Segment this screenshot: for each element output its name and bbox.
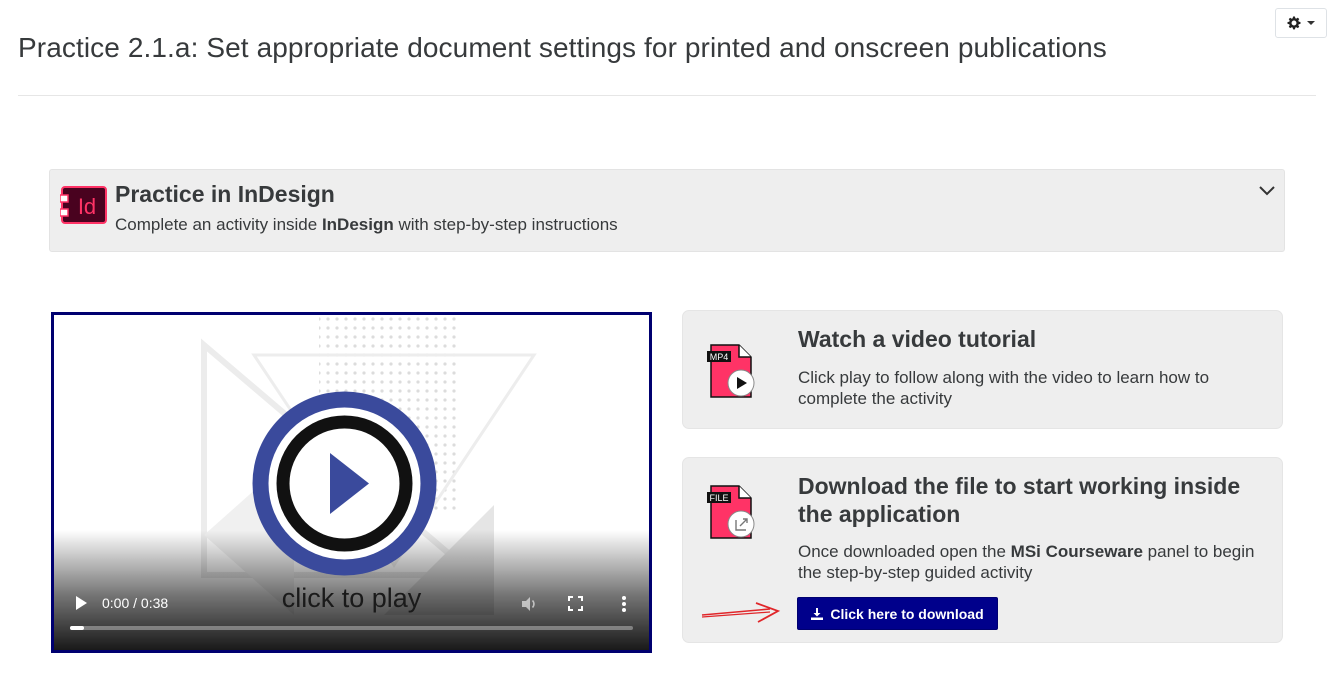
- practice-title: Practice in InDesign: [115, 181, 335, 207]
- caret-down-icon: [1307, 21, 1315, 25]
- fullscreen-icon[interactable]: [568, 596, 583, 611]
- play-icon[interactable]: [74, 595, 88, 611]
- settings-menu-button[interactable]: [1275, 8, 1327, 38]
- gear-icon: [1287, 16, 1301, 30]
- mp4-file-icon: MP4: [707, 344, 755, 398]
- download-button-label: Click here to download: [830, 605, 984, 622]
- play-overlay-icon[interactable]: [252, 391, 437, 576]
- practice-panel[interactable]: Id Practice in InDesign Complete an acti…: [49, 169, 1285, 252]
- mp4-icon-label: MP4: [710, 352, 729, 362]
- download-card-title: Download the file to start working insid…: [798, 473, 1241, 527]
- download-button[interactable]: Click here to download: [797, 597, 998, 630]
- red-arrow-annotation: [701, 602, 781, 623]
- video-card-text: Click play to follow along with the vide…: [798, 368, 1210, 408]
- indesign-logo-text: Id: [78, 194, 96, 219]
- title-divider: [18, 95, 1316, 96]
- file-icon-label: FILE: [709, 493, 728, 503]
- practice-subtitle: Complete an activity inside InDesign wit…: [115, 215, 618, 234]
- video-card-title: Watch a video tutorial: [798, 326, 1037, 352]
- video-time: 0:00 / 0:38: [102, 595, 169, 611]
- video-progress-bar[interactable]: [70, 626, 633, 630]
- chevron-down-icon[interactable]: [1258, 184, 1276, 198]
- file-download-icon: FILE: [707, 485, 755, 539]
- more-options-icon[interactable]: [621, 595, 627, 613]
- video-tutorial-card: MP4 Watch a video tutorial Click play to…: [682, 310, 1283, 429]
- video-progress-fill: [70, 626, 85, 630]
- download-card-text: Once downloaded open the MSi Courseware …: [798, 542, 1255, 582]
- video-player[interactable]: click to play 0:00 / 0:38: [51, 312, 652, 653]
- download-icon: [811, 607, 824, 620]
- volume-icon[interactable]: [520, 595, 538, 613]
- indesign-logo-icon: Id: [60, 186, 107, 224]
- page-title: Practice 2.1.a: Set appropriate document…: [18, 32, 1107, 63]
